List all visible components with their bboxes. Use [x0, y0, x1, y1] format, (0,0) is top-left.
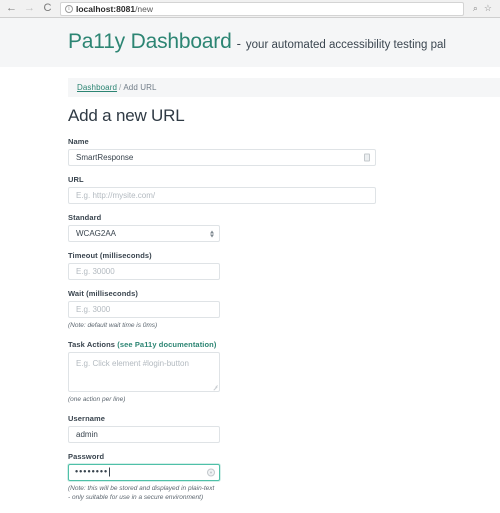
toolbar-actions: ⌕ ☆: [467, 4, 496, 13]
label-name: Name: [68, 137, 89, 146]
breadcrumb-item-dashboard[interactable]: Dashboard: [77, 83, 117, 92]
password-masked-value: ••••••••: [75, 466, 111, 477]
label-standard: Standard: [68, 213, 102, 222]
note-wait: (Note: default wait time is 0ms): [68, 322, 158, 329]
name-input[interactable]: [68, 149, 376, 166]
forward-arrow-icon[interactable]: →: [22, 1, 37, 16]
reveal-password-icon[interactable]: [207, 468, 215, 477]
username-input[interactable]: [68, 425, 220, 443]
field-standard: Standard WCAG2AA: [68, 213, 500, 242]
search-icon[interactable]: ⌕: [473, 4, 478, 13]
note-task-actions: (one action per line): [68, 395, 126, 403]
title-dash: -: [236, 36, 241, 51]
address-host: localhost:8081: [76, 3, 136, 14]
timeout-input[interactable]: [68, 263, 220, 280]
address-path: /new: [135, 3, 154, 14]
standard-select[interactable]: WCAG2AA: [68, 225, 220, 242]
field-timeout: Timeout (milliseconds): [68, 251, 500, 280]
label-task-actions-text: Task Actions: [68, 339, 116, 349]
wait-input[interactable]: [68, 301, 220, 318]
standard-select-wrap: WCAG2AA: [68, 225, 220, 242]
site-header: Pa11y Dashboard - your automated accessi…: [0, 18, 500, 67]
site-title-wrap: Pa11y Dashboard - your automated accessi…: [0, 30, 500, 54]
site-title[interactable]: Pa11y Dashboard: [68, 30, 232, 54]
address-bar-url: localhost:8081/new: [76, 4, 153, 14]
task-actions-textarea[interactable]: [68, 351, 220, 392]
breadcrumb-item-current: Add URL: [123, 83, 157, 92]
back-arrow-icon[interactable]: ←: [4, 1, 19, 16]
label-timeout: Timeout (milliseconds): [68, 251, 152, 260]
label-password: Password: [68, 451, 105, 461]
page-title: Add a new URL: [68, 106, 185, 125]
site-tagline: your automated accessibility testing pal: [245, 39, 446, 51]
label-username: Username: [68, 413, 106, 423]
field-name: Name: [68, 137, 500, 166]
autofill-icon[interactable]: [363, 153, 371, 162]
note-password: (Note: this will be stored and displayed…: [68, 484, 215, 502]
pa11y-documentation-link[interactable]: (see Pa11y documentation): [117, 340, 216, 349]
address-bar[interactable]: i localhost:8081/new: [60, 1, 464, 16]
url-input[interactable]: [68, 187, 376, 204]
field-wait: Wait (milliseconds) (Note: default wait …: [68, 289, 500, 331]
site-info-icon[interactable]: i: [65, 4, 73, 13]
field-url: URL: [68, 175, 500, 204]
reload-icon[interactable]: C: [40, 1, 55, 16]
field-password: Password •••••••• (Note: this will be st…: [68, 452, 500, 504]
label-task-actions: Task Actions (see Pa11y documentation): [68, 340, 500, 349]
field-task-actions: Task Actions (see Pa11y documentation) (…: [68, 340, 500, 405]
breadcrumb-band: Dashboard / Add URL: [0, 67, 500, 97]
field-username: Username: [68, 414, 500, 443]
name-input-wrap: [68, 149, 376, 166]
browser-toolbar: ← → C i localhost:8081/new ⌕ ☆: [0, 0, 500, 18]
main-content: Add a new URL Name URL Standard WCAG2AA …: [0, 97, 500, 513]
label-wait: Wait (milliseconds): [68, 289, 138, 298]
text-caret: [109, 467, 111, 477]
label-url: URL: [68, 175, 84, 184]
password-input-wrap: ••••••••: [68, 463, 220, 481]
bookmark-star-icon[interactable]: ☆: [484, 4, 492, 13]
task-actions-wrap: [68, 351, 220, 392]
breadcrumb: Dashboard / Add URL: [68, 78, 500, 97]
